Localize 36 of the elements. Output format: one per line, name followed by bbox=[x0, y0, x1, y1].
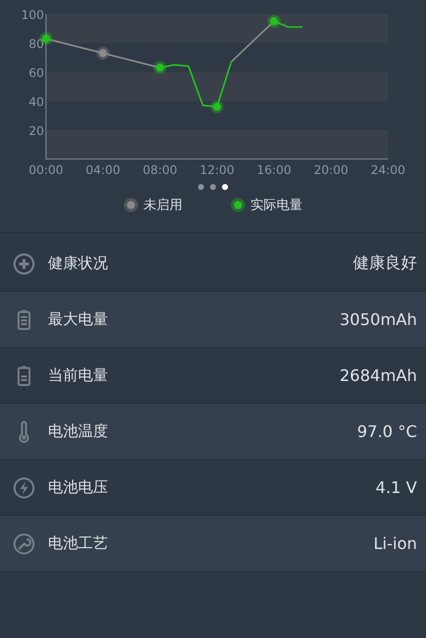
wrench-icon bbox=[12, 532, 36, 556]
row-label: 当前电量 bbox=[48, 366, 109, 385]
health-plus-icon bbox=[12, 252, 36, 276]
y-tick-label: 100 bbox=[21, 8, 44, 22]
row-value: 97.0 °C bbox=[357, 422, 417, 441]
lightning-icon bbox=[12, 476, 36, 500]
row-value: Li-ion bbox=[373, 534, 417, 553]
data-point bbox=[96, 46, 110, 60]
row-label: 电池温度 bbox=[48, 422, 109, 441]
row-value: 3050mAh bbox=[340, 310, 417, 329]
row-value: 健康良好 bbox=[353, 253, 417, 274]
legend-label: 实际电量 bbox=[250, 197, 302, 214]
legend-label: 未启用 bbox=[144, 197, 182, 214]
row-label: 电池电压 bbox=[48, 478, 109, 497]
row-value: 4.1 V bbox=[376, 478, 417, 497]
row-label: 电池工艺 bbox=[48, 534, 109, 553]
x-tick-label: 16:00 bbox=[256, 163, 292, 177]
page-dot[interactable] bbox=[210, 184, 216, 190]
y-tick-label: 80 bbox=[28, 37, 44, 51]
data-point bbox=[210, 100, 224, 114]
x-tick-label: 20:00 bbox=[314, 163, 348, 177]
data-point bbox=[154, 61, 166, 74]
row-value: 2684mAh bbox=[340, 366, 417, 385]
x-tick-label: 08:00 bbox=[142, 163, 178, 177]
x-tick-label: 24:00 bbox=[370, 163, 406, 177]
x-tick-label: 12:00 bbox=[200, 163, 234, 177]
y-tick-label: 20 bbox=[28, 124, 44, 138]
row-label: 最大电量 bbox=[48, 310, 109, 329]
x-tick-label: 04:00 bbox=[86, 163, 120, 177]
y-tick-label: 40 bbox=[28, 95, 44, 109]
x-tick-label: 00:00 bbox=[28, 163, 64, 177]
data-point bbox=[268, 14, 280, 28]
row-label: 健康状况 bbox=[48, 254, 109, 273]
page-dot[interactable] bbox=[198, 184, 204, 190]
y-tick-label: 60 bbox=[28, 66, 44, 80]
page-dot[interactable] bbox=[222, 184, 228, 190]
